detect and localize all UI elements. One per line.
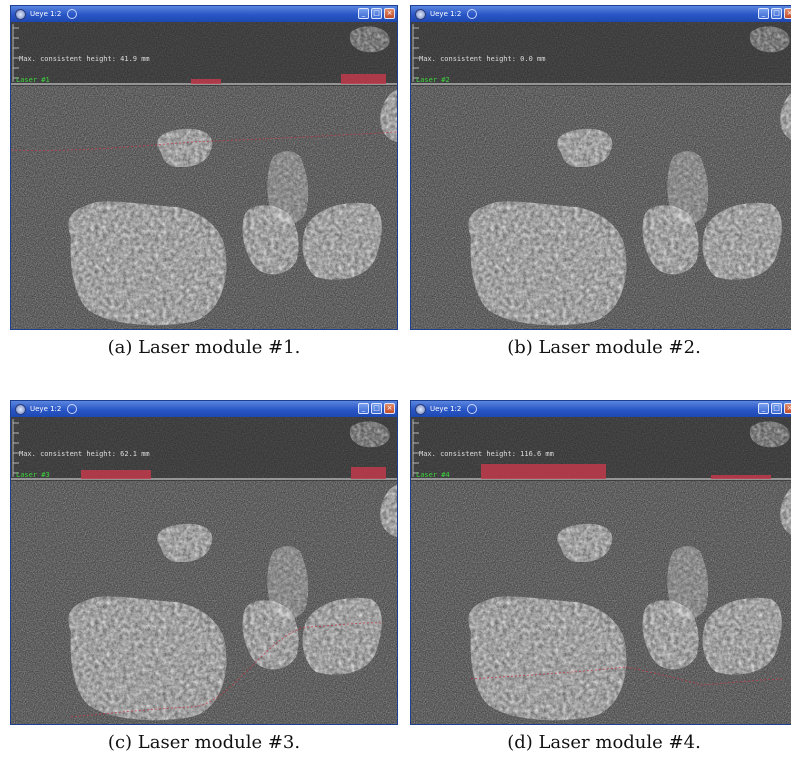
camera-view — [11, 22, 397, 329]
histogram-bar — [481, 464, 606, 479]
figure-caption: (b) Laser module #2. — [507, 337, 701, 358]
laser-label: Laser #4 — [416, 471, 450, 479]
window-controls: _ □ × — [758, 8, 791, 19]
camera-window: Ueye 1:2 _ □ × — [10, 400, 398, 725]
laser-label: Laser #3 — [16, 471, 50, 479]
window-title: Ueye 1:2 — [30, 10, 62, 18]
laser-label: Laser #1 — [16, 76, 50, 84]
window-titlebar[interactable]: Ueye 1:2 _ □ × — [411, 6, 791, 22]
maximize-button[interactable]: □ — [371, 403, 382, 414]
camera-app-icon — [415, 403, 426, 415]
minimize-button[interactable]: _ — [358, 8, 369, 19]
histogram-bar — [351, 467, 386, 479]
minimize-button[interactable]: _ — [758, 403, 769, 414]
height-readout: Max. consistent height: 0.0 mm — [419, 55, 546, 63]
histogram-bar — [81, 470, 151, 479]
figure-caption: (d) Laser module #4. — [507, 732, 701, 753]
large-rock — [468, 201, 627, 326]
close-button[interactable]: × — [784, 403, 791, 414]
height-histogram-strip — [11, 417, 397, 481]
minimize-button[interactable]: _ — [358, 403, 369, 414]
window-title: Ueye 1:2 — [430, 405, 462, 413]
camera-view — [411, 417, 791, 724]
maximize-button[interactable]: □ — [771, 8, 782, 19]
maximize-button[interactable]: □ — [371, 8, 382, 19]
refresh-icon[interactable] — [467, 404, 478, 414]
panel-a: Ueye 1:2 _ □ × Max. consistent height: 4… — [10, 5, 398, 358]
height-readout: Max. consistent height: 41.9 mm — [19, 55, 150, 63]
camera-window: Ueye 1:2 _ □ × — [410, 400, 791, 725]
figure-caption: (c) Laser module #3. — [107, 732, 301, 753]
camera-view — [11, 417, 397, 724]
camera-app-icon — [415, 8, 426, 20]
refresh-icon[interactable] — [67, 404, 78, 414]
window-titlebar[interactable]: Ueye 1:2 _ □ × — [11, 6, 397, 22]
panel-c: Ueye 1:2 _ □ × Max. consistent height: 6… — [10, 400, 398, 753]
laser-label: Laser #2 — [416, 76, 450, 84]
maximize-button[interactable]: □ — [771, 403, 782, 414]
window-title: Ueye 1:2 — [430, 10, 462, 18]
height-histogram-strip — [411, 22, 791, 86]
panel-b: Ueye 1:2 _ □ × — [410, 5, 791, 358]
large-rock — [68, 201, 227, 326]
window-controls: _ □ × — [758, 403, 791, 414]
window-titlebar[interactable]: Ueye 1:2 _ □ × — [11, 401, 397, 417]
window-titlebar[interactable]: Ueye 1:2 _ □ × — [411, 401, 791, 417]
height-readout: Max. consistent height: 62.1 mm — [19, 450, 150, 458]
camera-app-icon — [15, 8, 26, 20]
refresh-icon[interactable] — [67, 9, 78, 19]
histogram-bar — [191, 79, 221, 84]
camera-app-icon — [15, 403, 26, 415]
window-controls: _ □ × — [358, 8, 395, 19]
close-button[interactable]: × — [384, 403, 395, 414]
close-button[interactable]: × — [384, 8, 395, 19]
camera-window: Ueye 1:2 _ □ × — [10, 5, 398, 330]
height-readout: Max. consistent height: 116.6 mm — [419, 450, 554, 458]
height-histogram-strip — [11, 22, 397, 86]
large-rock — [468, 596, 627, 721]
minimize-button[interactable]: _ — [758, 8, 769, 19]
window-title: Ueye 1:2 — [30, 405, 62, 413]
large-rock — [68, 596, 227, 721]
panel-d: Ueye 1:2 _ □ × — [410, 400, 791, 753]
close-button[interactable]: × — [784, 8, 791, 19]
figure-caption: (a) Laser module #1. — [107, 337, 301, 358]
camera-view — [411, 22, 791, 329]
histogram-bar — [711, 475, 771, 479]
refresh-icon[interactable] — [467, 9, 478, 19]
window-controls: _ □ × — [358, 403, 395, 414]
camera-window: Ueye 1:2 _ □ × — [410, 5, 791, 330]
histogram-bar — [341, 74, 386, 84]
